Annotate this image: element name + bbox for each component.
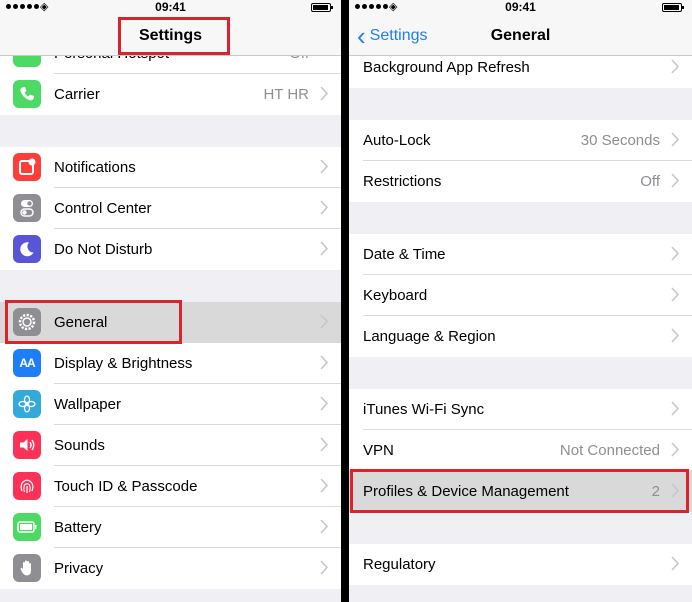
chevron-right-icon <box>671 132 679 147</box>
row-label: Privacy <box>54 560 104 577</box>
row-label: Do Not Disturb <box>54 241 153 258</box>
row-value: 30 Seconds <box>580 132 660 149</box>
row-label: Date & Time <box>363 246 446 263</box>
settings-row-notifications[interactable]: Notifications <box>0 147 341 188</box>
title-highlight-box <box>118 17 230 55</box>
wallpaper-icon <box>13 390 41 418</box>
battery-status-icon <box>311 3 333 12</box>
row-value: HT HR <box>263 86 309 103</box>
settings-row-do-not-disturb[interactable]: Do Not Disturb <box>0 229 341 270</box>
row-value: Off <box>640 173 660 190</box>
chevron-right-icon <box>671 442 679 457</box>
chevron-right-icon <box>320 159 328 174</box>
status-bar: ◈ 09:41 <box>0 0 341 14</box>
general-row-keyboard[interactable]: Keyboard <box>349 275 692 316</box>
row-label: Restrictions <box>363 173 442 190</box>
chevron-right-icon <box>671 287 679 302</box>
settings-row-touch-id-passcode[interactable]: Touch ID & Passcode <box>0 466 341 507</box>
general-row-regulatory[interactable]: Regulatory <box>349 544 692 585</box>
display-icon: AA <box>13 349 41 377</box>
chevron-right-icon <box>320 478 328 493</box>
settings-row-sounds[interactable]: Sounds <box>0 425 341 466</box>
phone-icon <box>13 80 41 108</box>
settings-screen: ◈ 09:41 Settings Personal Hotspot Off Ca… <box>0 0 341 602</box>
battery-status-icon <box>662 3 684 12</box>
speaker-icon <box>13 431 41 459</box>
row-label: Display & Brightness <box>54 355 193 372</box>
row-value: Not Connected <box>559 442 660 459</box>
chevron-right-icon <box>320 355 328 370</box>
settings-row-carrier[interactable]: Carrier HT HR <box>0 74 341 115</box>
general-row-language-region[interactable]: Language & Region <box>349 316 692 357</box>
row-label: Wallpaper <box>54 396 121 413</box>
fingerprint-icon <box>13 472 41 500</box>
general-row-vpn[interactable]: VPN Not Connected <box>349 430 692 471</box>
row-label: VPN <box>363 442 394 459</box>
chevron-right-icon <box>320 200 328 215</box>
page-title: General <box>490 27 551 44</box>
row-label: Regulatory <box>363 556 436 573</box>
chevron-right-icon <box>671 59 679 74</box>
chevron-right-icon <box>320 241 328 256</box>
row-label: Battery <box>54 519 102 536</box>
row-label: Control Center <box>54 200 152 217</box>
row-label: Language & Region <box>363 328 496 345</box>
status-bar: ◈ 09:41 <box>349 0 692 14</box>
row-label: Keyboard <box>363 287 428 304</box>
row-label: Background App Refresh <box>363 59 530 76</box>
row-label: Auto-Lock <box>363 132 431 149</box>
general-highlight-box <box>5 300 182 344</box>
settings-row-privacy[interactable]: Privacy <box>0 548 341 589</box>
chevron-right-icon <box>320 314 328 329</box>
settings-row-control-center[interactable]: Control Center <box>0 188 341 229</box>
chevron-right-icon <box>320 396 328 411</box>
chevron-right-icon <box>671 556 679 571</box>
status-time: 09:41 <box>155 0 186 14</box>
general-row-auto-lock[interactable]: Auto-Lock 30 Seconds <box>349 120 692 161</box>
control-center-icon <box>13 194 41 222</box>
row-label: Touch ID & Passcode <box>54 478 198 495</box>
row-label: Notifications <box>54 159 136 176</box>
general-screen: ◈ 09:41 ‹ Settings General Background Ap… <box>349 0 692 602</box>
general-row-date-time[interactable]: Date & Time <box>349 234 692 275</box>
status-time: 09:41 <box>505 0 536 14</box>
chevron-right-icon <box>671 173 679 188</box>
settings-row-wallpaper[interactable]: Wallpaper <box>0 384 341 425</box>
general-row-restrictions[interactable]: Restrictions Off <box>349 161 692 202</box>
profiles-highlight-box <box>350 469 689 513</box>
row-label: iTunes Wi-Fi Sync <box>363 401 485 418</box>
battery-icon <box>13 513 41 541</box>
chevron-right-icon <box>671 328 679 343</box>
chevron-right-icon <box>320 519 328 534</box>
notifications-icon <box>13 153 41 181</box>
chevron-right-icon <box>320 437 328 452</box>
general-nav-bar: ‹ Settings General <box>349 14 692 56</box>
settings-row-display-brightness[interactable]: AA Display & Brightness <box>0 343 341 384</box>
row-label: Carrier <box>54 86 100 103</box>
general-row-itunes-wifi-sync[interactable]: iTunes Wi-Fi Sync <box>349 389 692 430</box>
chevron-right-icon <box>320 560 328 575</box>
settings-row-battery[interactable]: Battery <box>0 507 341 548</box>
moon-icon <box>13 235 41 263</box>
chevron-right-icon <box>671 401 679 416</box>
chevron-right-icon <box>671 246 679 261</box>
chevron-right-icon <box>320 86 328 101</box>
row-label: Sounds <box>54 437 105 454</box>
hand-icon <box>13 554 41 582</box>
